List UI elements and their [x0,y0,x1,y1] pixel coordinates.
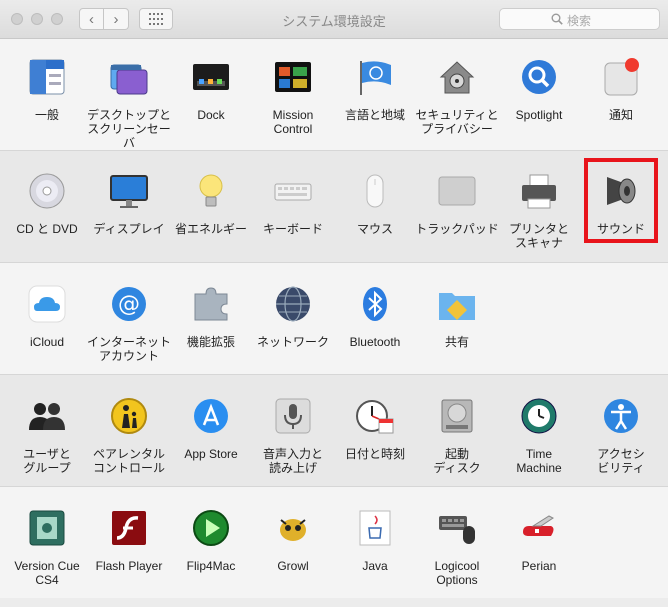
pane-logicool-options[interactable]: Logicool Options [415,507,499,607]
zoom-window-button[interactable] [51,13,63,25]
pane-notifications[interactable]: 通知 [579,56,663,156]
desktop-screensaver-icon [108,56,150,98]
pane-accessibility[interactable]: アクセシ ビリティ [579,395,663,495]
pane-displays[interactable]: ディスプレイ [87,170,171,270]
pane-java[interactable]: Java [333,507,417,607]
minimize-window-button[interactable] [31,13,43,25]
pane-general[interactable]: 一般 [5,56,89,156]
pane-mouse[interactable]: マウス [333,170,417,270]
highlight-box [584,158,658,243]
users-icon [26,395,68,437]
clock-calendar-icon [354,395,396,437]
app-store-icon [190,395,232,437]
pane-parental-controls[interactable]: ペアレンタル コントロール [87,395,171,495]
display-icon [108,170,150,212]
icloud-icon [26,283,68,325]
pane-dock[interactable]: Dock [169,56,253,156]
pane-app-store[interactable]: App Store [169,395,253,495]
bluetooth-icon [354,283,396,325]
notifications-icon [600,56,642,98]
pane-flip4mac[interactable]: Flip4Mac [169,507,253,607]
show-all-button[interactable] [139,8,173,30]
pane-version-cue[interactable]: Version Cue CS4 [5,507,89,607]
pane-trackpad[interactable]: トラックパッド [415,170,499,270]
spotlight-icon [518,56,560,98]
flip4mac-icon [190,507,232,549]
pane-security-privacy[interactable]: セキュリティと プライバシー [415,56,499,156]
sharing-folder-icon [436,283,478,325]
keyboard-icon [272,170,314,212]
pane-startup-disk[interactable]: 起動 ディスク [415,395,499,495]
grid-icon [149,13,163,25]
pane-sharing[interactable]: 共有 [415,283,499,383]
puzzle-piece-icon [190,283,232,325]
house-lock-icon [436,56,478,98]
pane-spotlight[interactable]: Spotlight [497,56,581,156]
microphone-icon [272,395,314,437]
mission-control-icon [272,56,314,98]
growl-icon [272,507,314,549]
search-placeholder: 検索 [567,14,592,28]
pane-language-region[interactable]: 言語と地域 [333,56,417,156]
chevron-right-icon: › [113,10,119,28]
pane-users-groups[interactable]: ユーザと グループ [5,395,89,495]
java-icon [354,507,396,549]
cd-icon [26,170,68,212]
pane-internet-accounts[interactable]: @ インターネット アカウント [87,283,171,383]
search-field[interactable]: 検索 [499,8,660,30]
pane-energy-saver[interactable]: 省エネルギー [169,170,253,270]
time-machine-icon [518,395,560,437]
swiss-knife-icon [518,507,560,549]
pane-cd-dvd[interactable]: CD と DVD [5,170,89,270]
general-icon [26,56,68,98]
pane-desktop-screensaver[interactable]: デスクトップと スクリーンセーバ [87,56,171,156]
title-bar: ‹ › システム環境設定 検索 [0,0,668,39]
pane-keyboard[interactable]: キーボード [251,170,335,270]
pane-growl[interactable]: Growl [251,507,335,607]
pane-flash-player[interactable]: Flash Player [87,507,171,607]
un-flag-icon [354,56,396,98]
pane-printers-scanners[interactable]: プリンタと スキャナ [497,170,581,270]
window-title: システム環境設定 [282,14,386,29]
svg-text:@: @ [118,292,140,317]
forward-button[interactable]: › [104,8,129,30]
flash-icon [108,507,150,549]
pane-time-machine[interactable]: Time Machine [497,395,581,495]
trackpad-icon [436,170,478,212]
pane-date-time[interactable]: 日付と時刻 [333,395,417,495]
pane-dictation-speech[interactable]: 音声入力と 読み上げ [251,395,335,495]
pane-mission-control[interactable]: Mission Control [251,56,335,156]
pane-bluetooth[interactable]: Bluetooth [333,283,417,383]
logicool-icon [436,507,478,549]
lightbulb-icon [190,170,232,212]
at-sign-icon: @ [108,283,150,325]
search-icon [551,13,563,25]
pane-icloud[interactable]: iCloud [5,283,89,383]
pane-network[interactable]: ネットワーク [251,283,335,383]
globe-icon [272,283,314,325]
dock-icon [190,56,232,98]
mouse-icon [354,170,396,212]
close-window-button[interactable] [11,13,23,25]
back-button[interactable]: ‹ [79,8,104,30]
pane-extensions[interactable]: 機能拡張 [169,283,253,383]
accessibility-icon [600,395,642,437]
hard-drive-icon [436,395,478,437]
printer-icon [518,170,560,212]
chevron-left-icon: ‹ [89,10,94,28]
parental-controls-icon [108,395,150,437]
pane-perian[interactable]: Perian [497,507,581,607]
version-cue-icon [26,507,68,549]
